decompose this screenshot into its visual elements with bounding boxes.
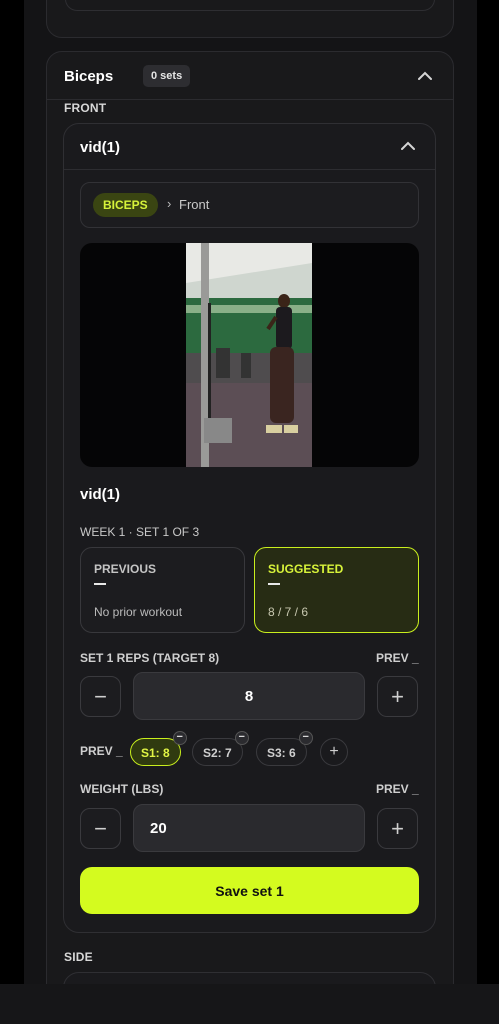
muscle-pill[interactable]: BICEPS	[93, 193, 158, 217]
chevron-right-icon: ›	[167, 196, 172, 211]
week-set-label: WEEK 1 · SET 1 OF 3	[80, 525, 200, 539]
previous-title: PREVIOUS	[94, 562, 157, 576]
sets-badge: 0 sets	[143, 65, 191, 87]
weight-input[interactable]	[133, 804, 365, 852]
set-chip-2[interactable]: S2: 7−	[192, 731, 249, 766]
weight-prev-label: PREV _	[376, 782, 419, 796]
chevron-up-icon[interactable]	[418, 69, 432, 83]
previous-box: PREVIOUS No prior workout	[80, 547, 245, 633]
suggested-text: 8 / 7 / 6	[268, 605, 309, 619]
minus-icon: −	[94, 683, 107, 709]
group-label-side: SIDE	[64, 950, 93, 964]
video-player[interactable]	[80, 243, 419, 467]
add-set-button[interactable]: +	[320, 738, 348, 766]
set-chip-1[interactable]: S1: 8−	[130, 731, 187, 766]
remove-icon[interactable]: −	[234, 731, 249, 745]
plus-icon: +	[391, 683, 404, 709]
side-exercise-card[interactable]	[63, 972, 436, 984]
reps-increment-button[interactable]: +	[377, 676, 418, 717]
weight-value[interactable]	[134, 805, 364, 851]
workout-page: Biceps 0 sets FRONT vid(1) BICEPS › Fron…	[24, 0, 477, 984]
minus-icon: −	[94, 815, 107, 841]
remove-icon[interactable]: −	[172, 731, 187, 745]
set-chip-3[interactable]: S3: 6−	[256, 731, 313, 766]
reps-input[interactable]	[133, 672, 365, 720]
weight-label: WEIGHT (LBS)	[80, 782, 164, 796]
card-title: vid(1)	[80, 139, 121, 156]
group-label-front: FRONT	[64, 101, 107, 115]
previous-section-card	[46, 0, 454, 38]
video-name: vid(1)	[80, 486, 121, 503]
video-frame	[186, 243, 312, 467]
chevron-up-icon[interactable]	[401, 139, 415, 153]
previous-inner-card	[65, 0, 435, 11]
exercise-card: vid(1) BICEPS › Front vid(1) WEEK 1 · SE…	[63, 123, 436, 933]
chips-prev-label: PREV _	[80, 744, 123, 758]
bottom-bar	[0, 984, 499, 1024]
reps-label: SET 1 REPS (TARGET 8)	[80, 651, 220, 665]
plus-icon: +	[391, 815, 404, 841]
section-header[interactable]: Biceps 0 sets	[47, 52, 453, 100]
suggested-title: SUGGESTED	[268, 562, 344, 576]
app-root: Biceps 0 sets FRONT vid(1) BICEPS › Fron…	[0, 0, 499, 1024]
card-header[interactable]: vid(1)	[64, 124, 435, 170]
weight-increment-button[interactable]: +	[377, 808, 418, 849]
reps-value[interactable]	[134, 673, 364, 719]
suggested-box[interactable]: SUGGESTED 8 / 7 / 6	[254, 547, 419, 633]
reps-prev-label: PREV _	[376, 651, 419, 665]
section-title: Biceps	[64, 68, 114, 85]
remove-icon[interactable]: −	[298, 731, 313, 745]
previous-text: No prior workout	[94, 605, 183, 619]
weight-decrement-button[interactable]: −	[80, 808, 121, 849]
biceps-section: Biceps 0 sets FRONT vid(1) BICEPS › Fron…	[46, 51, 454, 984]
previous-dash	[94, 583, 106, 585]
breadcrumb: BICEPS › Front	[80, 182, 419, 228]
suggested-dash	[268, 583, 280, 585]
reps-decrement-button[interactable]: −	[80, 676, 121, 717]
breadcrumb-sub: Front	[179, 197, 210, 212]
save-set-button[interactable]: Save set 1	[80, 867, 419, 914]
